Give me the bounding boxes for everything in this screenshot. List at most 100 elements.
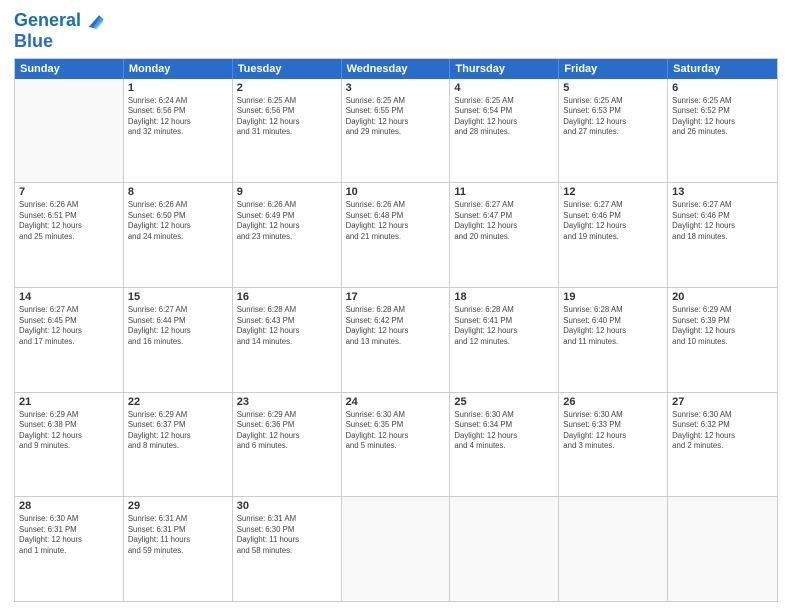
day-number: 10 (346, 186, 446, 198)
day-info: Sunrise: 6:27 AM Sunset: 6:46 PM Dayligh… (672, 200, 773, 242)
logo-blue: Blue (14, 32, 53, 52)
day-number: 5 (563, 82, 663, 94)
day-info: Sunrise: 6:29 AM Sunset: 6:36 PM Dayligh… (237, 410, 337, 452)
calendar-day-17: 17Sunrise: 6:28 AM Sunset: 6:42 PM Dayli… (342, 288, 451, 392)
day-number: 19 (563, 291, 663, 303)
day-info: Sunrise: 6:24 AM Sunset: 6:56 PM Dayligh… (128, 96, 228, 138)
calendar-row-4: 21 Sunrise: 6:29 AM Sunset: 6:38 PM Dayli… (15, 393, 777, 498)
day-info: Sunrise: 6:27 AM Sunset: 6:47 PM Dayligh… (454, 200, 554, 242)
calendar-day-22: 22 Sunrise: 6:29 AM Sunset: 6:37 PM Dayli… (124, 393, 233, 497)
logo-general: General (14, 11, 81, 31)
day-number: 28 (19, 500, 119, 512)
day-info: Sunrise: 6:26 AM Sunset: 6:50 PM Dayligh… (128, 200, 228, 242)
calendar-day-13: 13Sunrise: 6:27 AM Sunset: 6:46 PM Dayli… (668, 183, 777, 287)
day-number: 12 (563, 186, 663, 198)
day-number: 29 (128, 500, 228, 512)
weekday-header-thursday: Thursday (450, 59, 559, 79)
day-number: 1 (128, 82, 228, 94)
day-number: 27 (672, 396, 773, 408)
calendar-day-9: 9 Sunrise: 6:26 AM Sunset: 6:49 PM Daylig… (233, 183, 342, 287)
calendar-day-30: 30 Sunrise: 6:31 AM Sunset: 6:30 PM Dayli… (233, 497, 342, 601)
header: General Blue (14, 10, 778, 52)
day-info: Sunrise: 6:27 AM Sunset: 6:46 PM Dayligh… (563, 200, 663, 242)
day-info: Sunrise: 6:31 AM Sunset: 6:31 PM Dayligh… (128, 514, 228, 556)
day-number: 21 (19, 396, 119, 408)
day-info: Sunrise: 6:29 AM Sunset: 6:39 PM Dayligh… (672, 305, 773, 347)
calendar-day-23: 23 Sunrise: 6:29 AM Sunset: 6:36 PM Dayli… (233, 393, 342, 497)
day-info: Sunrise: 6:30 AM Sunset: 6:33 PM Dayligh… (563, 410, 663, 452)
calendar-row-1: 1 Sunrise: 6:24 AM Sunset: 6:56 PM Daylig… (15, 79, 777, 184)
day-info: Sunrise: 6:30 AM Sunset: 6:34 PM Dayligh… (454, 410, 554, 452)
day-number: 8 (128, 186, 228, 198)
day-info: Sunrise: 6:25 AM Sunset: 6:55 PM Dayligh… (346, 96, 446, 138)
day-info: Sunrise: 6:25 AM Sunset: 6:54 PM Dayligh… (454, 96, 554, 138)
day-number: 4 (454, 82, 554, 94)
day-number: 7 (19, 186, 119, 198)
day-info: Sunrise: 6:28 AM Sunset: 6:41 PM Dayligh… (454, 305, 554, 347)
calendar-day-20: 20Sunrise: 6:29 AM Sunset: 6:39 PM Dayli… (668, 288, 777, 392)
day-info: Sunrise: 6:29 AM Sunset: 6:37 PM Dayligh… (128, 410, 228, 452)
day-number: 11 (454, 186, 554, 198)
calendar-day-6: 6Sunrise: 6:25 AM Sunset: 6:52 PM Daylig… (668, 79, 777, 183)
calendar-day-21: 21 Sunrise: 6:29 AM Sunset: 6:38 PM Dayli… (15, 393, 124, 497)
day-number: 22 (128, 396, 228, 408)
calendar-day-19: 19 Sunrise: 6:28 AM Sunset: 6:40 PM Dayli… (559, 288, 668, 392)
day-info: Sunrise: 6:28 AM Sunset: 6:42 PM Dayligh… (346, 305, 446, 347)
day-number: 25 (454, 396, 554, 408)
weekday-header-saturday: Saturday (668, 59, 777, 79)
calendar-day-28: 28 Sunrise: 6:30 AM Sunset: 6:31 PM Dayli… (15, 497, 124, 601)
calendar-day-25: 25 Sunrise: 6:30 AM Sunset: 6:34 PM Dayli… (450, 393, 559, 497)
logo-icon (83, 10, 105, 32)
calendar-cell-empty (342, 497, 451, 601)
calendar-day-14: 14Sunrise: 6:27 AM Sunset: 6:45 PM Dayli… (15, 288, 124, 392)
calendar-day-11: 11 Sunrise: 6:27 AM Sunset: 6:47 PM Dayli… (450, 183, 559, 287)
day-info: Sunrise: 6:27 AM Sunset: 6:44 PM Dayligh… (128, 305, 228, 347)
calendar-cell-empty (559, 497, 668, 601)
day-info: Sunrise: 6:26 AM Sunset: 6:49 PM Dayligh… (237, 200, 337, 242)
calendar-row-3: 14Sunrise: 6:27 AM Sunset: 6:45 PM Dayli… (15, 288, 777, 393)
logo: General Blue (14, 10, 105, 52)
weekday-header-sunday: Sunday (15, 59, 124, 79)
calendar-day-10: 10 Sunrise: 6:26 AM Sunset: 6:48 PM Dayli… (342, 183, 451, 287)
day-info: Sunrise: 6:30 AM Sunset: 6:32 PM Dayligh… (672, 410, 773, 452)
day-number: 2 (237, 82, 337, 94)
calendar-day-15: 15Sunrise: 6:27 AM Sunset: 6:44 PM Dayli… (124, 288, 233, 392)
day-number: 9 (237, 186, 337, 198)
calendar-day-5: 5Sunrise: 6:25 AM Sunset: 6:53 PM Daylig… (559, 79, 668, 183)
weekday-header-friday: Friday (559, 59, 668, 79)
calendar-day-26: 26 Sunrise: 6:30 AM Sunset: 6:33 PM Dayli… (559, 393, 668, 497)
day-number: 30 (237, 500, 337, 512)
day-number: 14 (19, 291, 119, 303)
day-info: Sunrise: 6:30 AM Sunset: 6:31 PM Dayligh… (19, 514, 119, 556)
day-info: Sunrise: 6:29 AM Sunset: 6:38 PM Dayligh… (19, 410, 119, 452)
calendar-header: SundayMondayTuesdayWednesdayThursdayFrid… (15, 59, 777, 79)
calendar-day-3: 3 Sunrise: 6:25 AM Sunset: 6:55 PM Daylig… (342, 79, 451, 183)
day-info: Sunrise: 6:30 AM Sunset: 6:35 PM Dayligh… (346, 410, 446, 452)
calendar-day-18: 18 Sunrise: 6:28 AM Sunset: 6:41 PM Dayli… (450, 288, 559, 392)
day-number: 16 (237, 291, 337, 303)
calendar-day-4: 4 Sunrise: 6:25 AM Sunset: 6:54 PM Daylig… (450, 79, 559, 183)
calendar-cell-empty (15, 79, 124, 183)
day-number: 18 (454, 291, 554, 303)
weekday-header-tuesday: Tuesday (233, 59, 342, 79)
calendar-day-1: 1 Sunrise: 6:24 AM Sunset: 6:56 PM Daylig… (124, 79, 233, 183)
day-number: 23 (237, 396, 337, 408)
calendar-row-5: 28 Sunrise: 6:30 AM Sunset: 6:31 PM Dayli… (15, 497, 777, 601)
day-info: Sunrise: 6:26 AM Sunset: 6:48 PM Dayligh… (346, 200, 446, 242)
day-info: Sunrise: 6:28 AM Sunset: 6:40 PM Dayligh… (563, 305, 663, 347)
calendar: SundayMondayTuesdayWednesdayThursdayFrid… (14, 58, 778, 602)
calendar-body: 1 Sunrise: 6:24 AM Sunset: 6:56 PM Daylig… (15, 79, 777, 601)
page: General Blue SundayMondayTuesdayWednesda… (0, 0, 792, 612)
day-info: Sunrise: 6:26 AM Sunset: 6:51 PM Dayligh… (19, 200, 119, 242)
calendar-cell-empty (450, 497, 559, 601)
day-number: 26 (563, 396, 663, 408)
day-info: Sunrise: 6:25 AM Sunset: 6:56 PM Dayligh… (237, 96, 337, 138)
day-number: 3 (346, 82, 446, 94)
day-info: Sunrise: 6:28 AM Sunset: 6:43 PM Dayligh… (237, 305, 337, 347)
calendar-day-7: 7 Sunrise: 6:26 AM Sunset: 6:51 PM Daylig… (15, 183, 124, 287)
weekday-header-monday: Monday (124, 59, 233, 79)
day-info: Sunrise: 6:31 AM Sunset: 6:30 PM Dayligh… (237, 514, 337, 556)
calendar-row-2: 7 Sunrise: 6:26 AM Sunset: 6:51 PM Daylig… (15, 183, 777, 288)
day-number: 24 (346, 396, 446, 408)
calendar-day-16: 16 Sunrise: 6:28 AM Sunset: 6:43 PM Dayli… (233, 288, 342, 392)
